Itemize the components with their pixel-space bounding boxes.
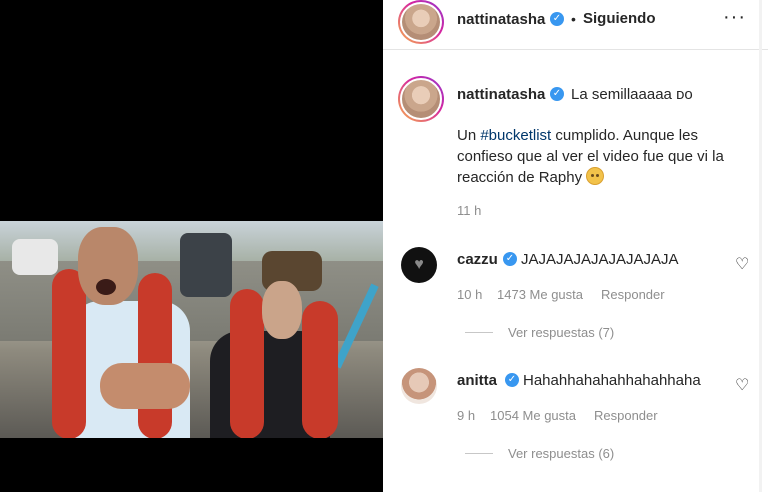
comment-timestamp[interactable]: 10 h [457, 287, 482, 302]
media-area [0, 0, 383, 492]
comment-text: Hahahhahahahhahahhaha [523, 372, 701, 389]
separator-dot: • [571, 11, 576, 27]
comment-timestamp[interactable]: 9 h [457, 408, 475, 423]
reply-button[interactable]: Responder [594, 408, 658, 423]
verified-icon: ✓ [550, 87, 564, 101]
comment-text: JAJAJAJAJAJAJAJAJA [521, 251, 679, 268]
replies-divider [465, 453, 493, 454]
post-header: nattinatasha ✓ • Siguiendo ··· [383, 0, 768, 50]
heart-logo-icon: ♥ [414, 256, 424, 273]
author-avatar[interactable] [398, 0, 444, 44]
emoji-icon [586, 167, 605, 185]
comment-avatar[interactable]: ♥ [401, 247, 437, 283]
reply-button[interactable]: Responder [601, 287, 665, 302]
comment-avatar[interactable] [401, 368, 437, 404]
verified-icon: ✓ [503, 252, 517, 266]
scrollbar[interactable] [759, 0, 762, 492]
post-side-panel: nattinatasha ✓ • Siguiendo ··· nattinata… [383, 0, 768, 492]
view-replies-button[interactable]: Ver respuestas (7) [508, 325, 614, 340]
comment-username[interactable]: cazzu [457, 251, 498, 268]
replies-divider [465, 332, 493, 333]
caption-author-username[interactable]: nattinatasha [457, 86, 545, 103]
verified-icon: ✓ [505, 373, 519, 387]
caption-first-line: La semillaaaaa ᴅᴏ [571, 86, 693, 103]
hashtag-link[interactable]: #bucketlist [480, 127, 551, 144]
post-video[interactable] [0, 221, 383, 438]
view-replies-button[interactable]: Ver respuestas (6) [508, 446, 614, 461]
like-heart-icon[interactable]: ♡ [735, 257, 751, 273]
caption-author-avatar[interactable] [398, 76, 444, 122]
comment-likes[interactable]: 1054 Me gusta [490, 408, 576, 423]
caption-timestamp[interactable]: 11 h [457, 203, 481, 218]
following-button[interactable]: Siguiendo [583, 10, 656, 27]
instagram-post-view: nattinatasha ✓ • Siguiendo ··· nattinata… [0, 0, 768, 492]
author-username[interactable]: nattinatasha [457, 11, 545, 28]
verified-icon: ✓ [550, 12, 564, 26]
caption-text: Un #bucketlist cumplido. Aunque les conf… [457, 127, 724, 186]
like-heart-icon[interactable]: ♡ [735, 378, 751, 394]
more-icon[interactable]: ··· [723, 7, 747, 30]
comment-likes[interactable]: 1473 Me gusta [497, 287, 583, 302]
comment-username[interactable]: anitta [457, 372, 497, 389]
